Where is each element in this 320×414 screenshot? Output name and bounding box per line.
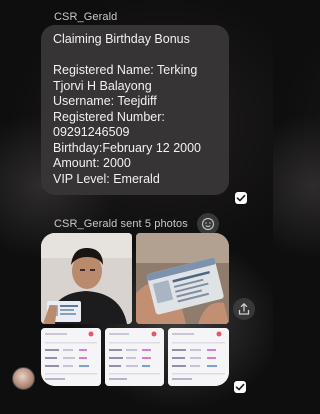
photo-selfie-with-id[interactable]	[41, 233, 132, 324]
seen-check-icon	[235, 192, 247, 204]
message-line: Amount: 2000	[53, 156, 131, 170]
photo-id-card[interactable]	[136, 233, 229, 324]
message-line: Birthday:February 12 2000	[53, 140, 202, 155]
photo-document-screenshot[interactable]	[105, 328, 164, 386]
message-line: Username: Teejdiff	[53, 94, 157, 108]
share-icon[interactable]	[233, 298, 255, 320]
message-line: 09291246509	[53, 125, 130, 139]
photo-document-screenshot[interactable]	[168, 328, 229, 386]
message-line: Registered Number:	[53, 109, 165, 124]
photo-document-screenshot[interactable]	[41, 328, 101, 386]
message-line: VIP Level: Emerald	[53, 171, 160, 186]
seen-check-icon	[234, 381, 246, 393]
message-line: Tjorvi H Balayong	[53, 78, 152, 93]
avatar[interactable]	[12, 367, 35, 390]
photos-sender-line: CSR_Gerald sent 5 photos	[54, 218, 188, 230]
message-line: Claiming Birthday Bonus	[53, 32, 190, 46]
message-bubble[interactable]: Claiming Birthday Bonus Registered Name:…	[41, 25, 229, 195]
face-icon[interactable]	[197, 213, 219, 235]
message-line: Registered Name: Terking	[53, 63, 198, 77]
sender-name: CSR_Gerald	[54, 11, 118, 23]
